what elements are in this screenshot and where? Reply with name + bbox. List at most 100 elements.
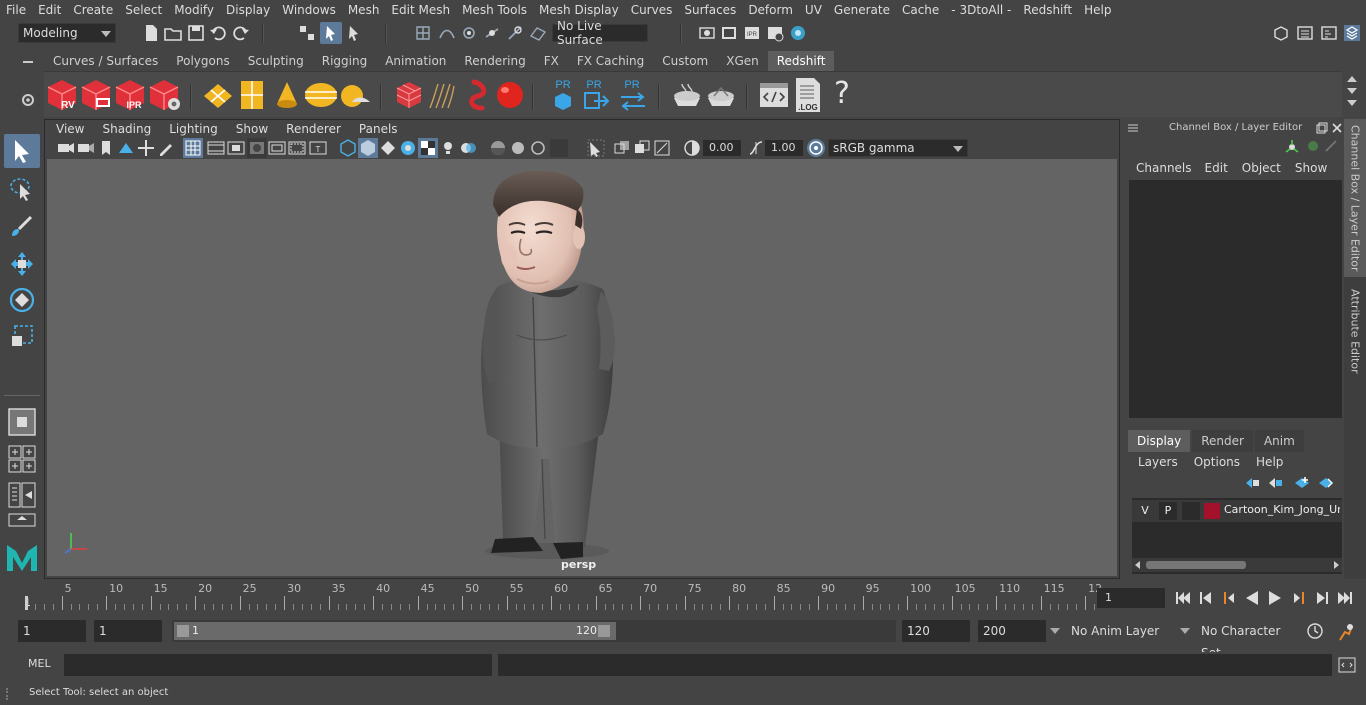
menu-deform[interactable]: Deform	[742, 3, 799, 17]
bookmark-icon[interactable]	[97, 139, 115, 157]
redshift-ipr-icon[interactable]: IPR	[114, 78, 146, 112]
menu-edit-mesh[interactable]: Edit Mesh	[385, 3, 456, 17]
single-perspective-layout-button[interactable]	[4, 405, 40, 439]
redshift-pr-object-icon[interactable]: PR	[552, 76, 574, 114]
step-back-frame-icon[interactable]	[1221, 590, 1237, 606]
gamma-field[interactable]: 1.00	[765, 140, 803, 156]
shelf-scroll-arrows[interactable]	[1344, 74, 1360, 114]
menu-cache[interactable]: Cache	[896, 3, 945, 17]
redshift-proxy-icon[interactable]	[394, 80, 424, 110]
mode-selector-dropdown[interactable]: Modeling	[18, 23, 116, 43]
chevron-down-icon[interactable]	[1050, 628, 1060, 634]
shelf-tab-menu-icon[interactable]	[18, 53, 38, 69]
xray-icon[interactable]	[613, 139, 631, 157]
layer-editor-menu-layers[interactable]: Layers	[1138, 455, 1178, 469]
lights-icon[interactable]	[439, 139, 457, 157]
command-input[interactable]	[64, 654, 492, 676]
layer-color-swatch[interactable]	[1204, 503, 1220, 519]
script-language-toggle[interactable]: MEL	[28, 657, 51, 670]
snap-grid-icon[interactable]	[414, 24, 432, 42]
shelf-tab-rigging[interactable]: Rigging	[313, 51, 376, 71]
shelf-tab-xgen[interactable]: XGen	[717, 51, 768, 71]
redo-icon[interactable]	[232, 24, 250, 42]
color-management-toggle[interactable]	[807, 139, 825, 157]
viewport-menu-view[interactable]: View	[47, 122, 93, 136]
exposure-field[interactable]: 0.00	[703, 140, 741, 156]
viewport-menu-shading[interactable]: Shading	[93, 122, 160, 136]
playback-start-field[interactable]: 1	[94, 620, 162, 642]
layout-extra-button[interactable]	[4, 512, 40, 528]
channel-box-menu-channels[interactable]: Channels	[1136, 161, 1192, 175]
menu-select[interactable]: Select	[119, 3, 168, 17]
redshift-portal-light-icon[interactable]	[240, 80, 264, 110]
shelf-tab-rendering[interactable]: Rendering	[455, 51, 534, 71]
select-tool-button[interactable]	[4, 134, 40, 168]
default-material-icon[interactable]	[379, 139, 397, 157]
menu-3dtoall[interactable]: - 3DtoAll -	[945, 3, 1017, 17]
layer-editor-menu-options[interactable]: Options	[1194, 455, 1240, 469]
render-view-icon[interactable]	[766, 24, 784, 42]
character-model[interactable]	[47, 159, 1117, 576]
redshift-help-icon[interactable]: ?	[832, 76, 852, 112]
rotate-tool-button[interactable]	[4, 283, 40, 317]
range-slider[interactable]: 1 120	[172, 620, 896, 642]
redshift-render-sequence-icon[interactable]	[80, 78, 112, 112]
menu-create[interactable]: Create	[67, 3, 119, 17]
textured-icon[interactable]	[399, 139, 417, 157]
anim-layer-dropdown[interactable]: No Anim Layer	[1066, 620, 1172, 642]
paint-select-tool-button[interactable]	[4, 210, 40, 244]
layer-editor-tab-display[interactable]: Display	[1128, 430, 1191, 452]
chevron-down-icon[interactable]	[1180, 628, 1190, 634]
isolate-select-icon[interactable]	[587, 139, 605, 157]
new-layer-from-selected-icon[interactable]	[1318, 476, 1334, 490]
animation-preferences-icon[interactable]	[1336, 622, 1356, 642]
open-scene-icon[interactable]	[164, 24, 182, 42]
scale-tool-button[interactable]	[4, 319, 40, 353]
camera-lock-icon[interactable]	[77, 139, 95, 157]
float-panel-icon[interactable]	[1316, 122, 1328, 134]
step-forward-key-icon[interactable]	[1314, 590, 1330, 606]
color-space-dropdown[interactable]: sRGB gamma	[828, 139, 968, 157]
motion-blur-icon[interactable]	[509, 139, 527, 157]
go-to-end-icon[interactable]	[1336, 590, 1354, 606]
two-d-pan-icon[interactable]	[137, 139, 155, 157]
viewport-menu-lighting[interactable]: Lighting	[160, 122, 227, 136]
safe-title-icon[interactable]: T	[309, 139, 327, 157]
redshift-volume-icon[interactable]	[464, 78, 494, 112]
live-surface-field[interactable]: No Live Surface	[552, 19, 648, 47]
film-gate-icon[interactable]	[207, 139, 225, 157]
channel-box-toggle-icon[interactable]	[1343, 24, 1361, 42]
xray-joints-icon[interactable]	[653, 139, 671, 157]
layer-row[interactable]: V P Cartoon_Kim_Jong_Un	[1132, 500, 1342, 522]
menu-curves[interactable]: Curves	[625, 3, 679, 17]
channel-box-menu-edit[interactable]: Edit	[1205, 161, 1228, 175]
viewport-menu-renderer[interactable]: Renderer	[277, 122, 350, 136]
maya-logo-button[interactable]	[4, 540, 40, 574]
menu-windows[interactable]: Windows	[276, 3, 342, 17]
field-chart-icon[interactable]	[268, 139, 286, 157]
layer-editor-menu-help[interactable]: Help	[1256, 455, 1283, 469]
sidebar-toggle-icon[interactable]	[1272, 24, 1290, 42]
new-empty-layer-icon[interactable]	[1294, 476, 1310, 490]
redshift-script-editor-icon[interactable]	[758, 80, 790, 110]
channel-box-menu-show[interactable]: Show	[1295, 161, 1327, 175]
shelf-tab-redshift[interactable]: Redshift	[767, 51, 835, 71]
help-line-grip-icon[interactable]	[6, 688, 14, 700]
menu-mesh[interactable]: Mesh	[342, 3, 386, 17]
attribute-editor-toggle-icon[interactable]	[1296, 24, 1314, 42]
perspective-viewport-canvas[interactable]: persp	[47, 159, 1117, 576]
tab-attribute-editor[interactable]: Attribute Editor	[1344, 279, 1366, 383]
shelf-tab-fx[interactable]: FX	[535, 51, 568, 71]
time-slider[interactable]: 1510152025303540455055606570758085909510…	[18, 582, 1102, 610]
redshift-pr-swap-icon[interactable]: PR	[618, 76, 648, 114]
grease-pencil-icon[interactable]	[157, 139, 175, 157]
xray-active-icon[interactable]	[633, 139, 651, 157]
safe-action-icon[interactable]	[288, 139, 306, 157]
scrollbar-thumb[interactable]	[1146, 561, 1246, 569]
shelf-tab-curves-surfaces[interactable]: Curves / Surfaces	[44, 51, 167, 71]
layer-display-type-toggle[interactable]	[1182, 502, 1200, 520]
menu-generate[interactable]: Generate	[828, 3, 896, 17]
tab-channel-box-layer-editor[interactable]: Channel Box / Layer Editor	[1344, 119, 1366, 277]
redshift-sun-sky-icon[interactable]	[338, 80, 372, 110]
redshift-hair-icon[interactable]	[426, 80, 460, 110]
